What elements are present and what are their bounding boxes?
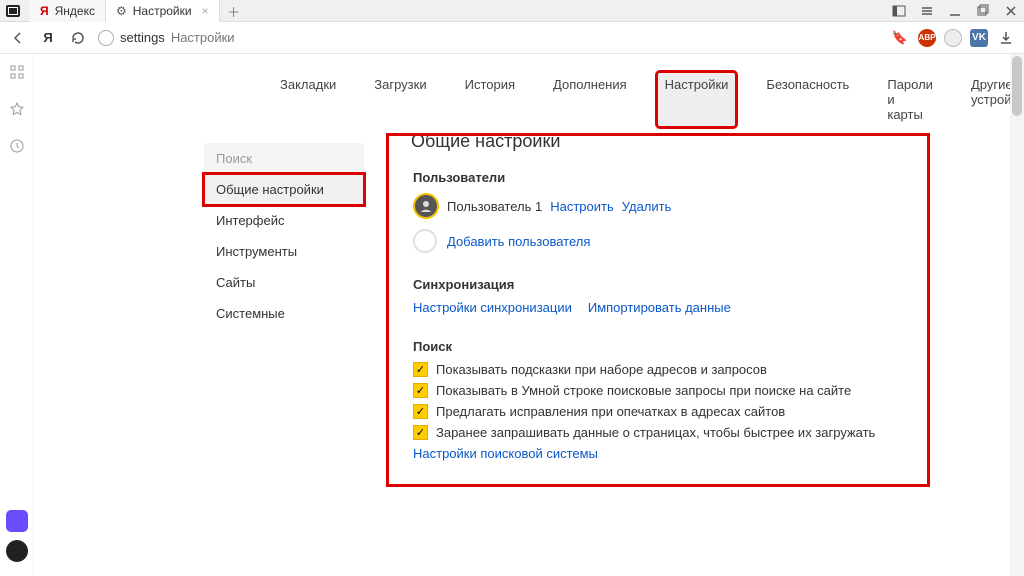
- users-heading: Пользователи: [413, 170, 904, 185]
- apps-grid-icon[interactable]: [9, 64, 25, 83]
- side-search[interactable]: Поиск: [204, 143, 364, 174]
- history-clock-icon[interactable]: [9, 138, 25, 157]
- toolbar: Я settings Настройки 🔖 ABP VK: [0, 22, 1024, 54]
- user-avatar-icon[interactable]: [413, 193, 439, 219]
- downloads-icon[interactable]: [996, 28, 1016, 48]
- tab-label: Яндекс: [55, 4, 95, 18]
- side-interface[interactable]: Интерфейс: [204, 205, 364, 236]
- checkbox-icon[interactable]: ✓: [413, 362, 428, 377]
- user-name: Пользователь 1: [447, 199, 542, 214]
- bookmark-icon[interactable]: 🔖: [890, 28, 910, 48]
- reload-button[interactable]: [68, 28, 88, 48]
- browser-side-panel: [0, 54, 34, 576]
- tab-close-icon[interactable]: ×: [202, 4, 209, 18]
- vertical-scrollbar[interactable]: [1010, 54, 1024, 576]
- sync-settings-link[interactable]: Настройки синхронизации: [413, 300, 572, 315]
- search-check-4[interactable]: ✓ Заранее запрашивать данные о страницах…: [413, 425, 904, 440]
- search-check-1[interactable]: ✓ Показывать подсказки при наборе адресо…: [413, 362, 904, 377]
- panel-title: Общие настройки: [411, 131, 904, 152]
- add-user-link[interactable]: Добавить пользователя: [447, 234, 590, 249]
- settings-side-nav: Поиск Общие настройки Интерфейс Инструме…: [204, 143, 364, 485]
- settings-top-nav: Закладки Загрузки История Дополнения Нас…: [34, 54, 1024, 143]
- adblock-extension-icon[interactable]: ABP: [918, 29, 936, 47]
- nav-history[interactable]: История: [457, 72, 523, 127]
- user-configure-link[interactable]: Настроить: [550, 199, 614, 214]
- site-identity-icon[interactable]: [98, 30, 114, 46]
- gear-icon: ⚙: [116, 4, 127, 18]
- yandex-favicon-icon: Я: [40, 4, 49, 18]
- sync-import-link[interactable]: Импортировать данные: [588, 300, 731, 315]
- vk-extension-icon[interactable]: VK: [970, 29, 988, 47]
- address-host: settings: [120, 30, 165, 45]
- nav-security[interactable]: Безопасность: [758, 72, 857, 127]
- side-sites[interactable]: Сайты: [204, 267, 364, 298]
- globe-extension-icon[interactable]: [944, 29, 962, 47]
- close-button[interactable]: [1004, 4, 1018, 18]
- address-path: Настройки: [171, 30, 235, 45]
- user-row: Пользователь 1 Настроить Удалить: [413, 193, 904, 219]
- address-bar[interactable]: settings Настройки: [98, 30, 235, 46]
- panel-toggle-icon[interactable]: [892, 4, 906, 18]
- nav-settings[interactable]: Настройки: [657, 72, 737, 127]
- add-user-row[interactable]: Добавить пользователя: [413, 229, 904, 253]
- favorites-star-icon[interactable]: [9, 101, 25, 120]
- scrollbar-thumb[interactable]: [1012, 56, 1022, 116]
- maximize-button[interactable]: [976, 4, 990, 18]
- search-heading: Поиск: [413, 339, 904, 354]
- checkbox-icon[interactable]: ✓: [413, 383, 428, 398]
- tabstrip: Я Яндекс ⚙ Настройки × ＋: [30, 0, 248, 22]
- alice-assistant-icon[interactable]: [6, 540, 28, 562]
- search-check-3[interactable]: ✓ Предлагать исправления при опечатках в…: [413, 404, 904, 419]
- check-label: Заранее запрашивать данные о страницах, …: [436, 425, 875, 440]
- checkbox-icon[interactable]: ✓: [413, 404, 428, 419]
- minimize-button[interactable]: [948, 4, 962, 18]
- settings-main-panel: Общие настройки Пользователи Пользовател…: [388, 135, 928, 485]
- side-tools[interactable]: Инструменты: [204, 236, 364, 267]
- add-user-icon: [413, 229, 437, 253]
- check-label: Показывать подсказки при наборе адресов …: [436, 362, 767, 377]
- page-content: Закладки Загрузки История Дополнения Нас…: [34, 54, 1024, 576]
- user-delete-link[interactable]: Удалить: [622, 199, 672, 214]
- search-check-2[interactable]: ✓ Показывать в Умной строке поисковые за…: [413, 383, 904, 398]
- tab-label: Настройки: [133, 4, 192, 18]
- app-menu-icon[interactable]: [6, 5, 20, 17]
- check-label: Предлагать исправления при опечатках в а…: [436, 404, 785, 419]
- nav-bookmarks[interactable]: Закладки: [272, 72, 344, 127]
- side-general[interactable]: Общие настройки: [204, 174, 364, 205]
- yandex-home-button[interactable]: Я: [38, 28, 58, 48]
- back-button[interactable]: [8, 28, 28, 48]
- new-tab-button[interactable]: ＋: [220, 0, 248, 22]
- check-label: Показывать в Умной строке поисковые запр…: [436, 383, 851, 398]
- sync-heading: Синхронизация: [413, 277, 904, 292]
- hamburger-icon[interactable]: [920, 4, 934, 18]
- nav-downloads[interactable]: Загрузки: [366, 72, 434, 127]
- checkbox-icon[interactable]: ✓: [413, 425, 428, 440]
- tab-settings[interactable]: ⚙ Настройки ×: [106, 0, 220, 22]
- nav-extensions[interactable]: Дополнения: [545, 72, 635, 127]
- side-system[interactable]: Системные: [204, 298, 364, 329]
- search-engine-link[interactable]: Настройки поисковой системы: [413, 446, 598, 461]
- pinned-app-icon[interactable]: [6, 510, 28, 532]
- nav-passwords[interactable]: Пароли и карты: [879, 72, 941, 127]
- tab-yandex[interactable]: Я Яндекс: [30, 0, 106, 22]
